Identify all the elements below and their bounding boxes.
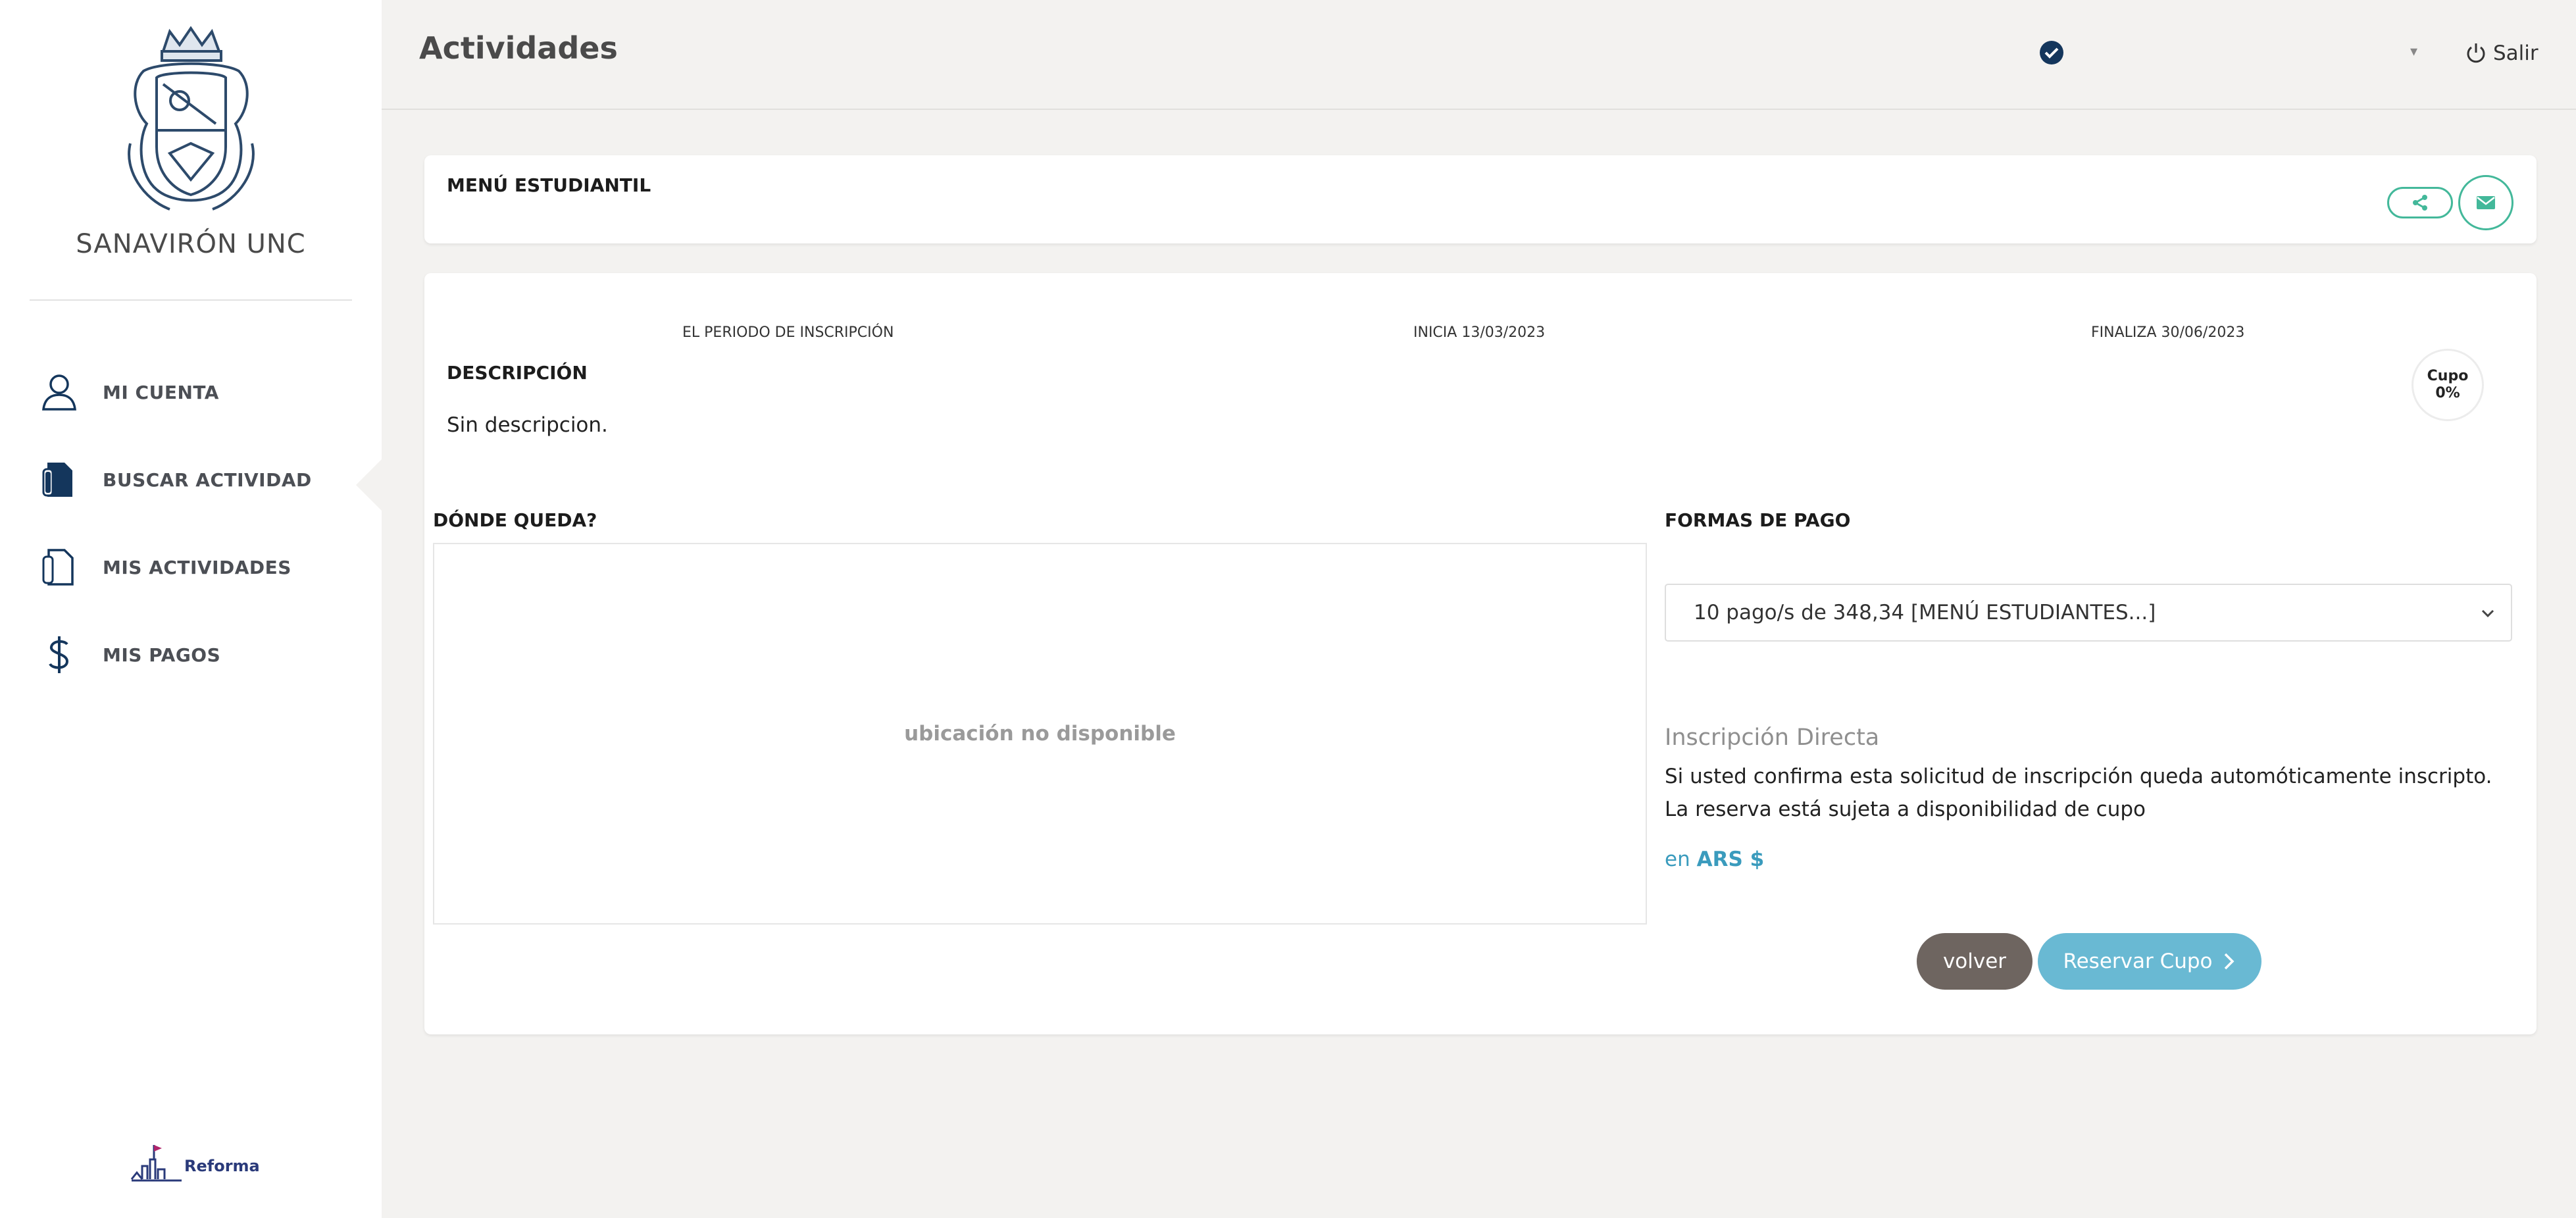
sidebar-divider: [30, 299, 352, 301]
share-icon: [2413, 195, 2427, 211]
enrollment-title: Inscripción Directa: [1665, 724, 1880, 751]
dollar-icon: [49, 636, 69, 673]
envelope-icon: [2477, 196, 2495, 209]
back-button-label: volver: [1942, 950, 2007, 973]
period-end: FINALIZA 30/06/2023: [2091, 324, 2245, 341]
payment-method-select[interactable]: 10 pago/s de 348,34 [MENÚ ESTUDIANTES...…: [1665, 584, 2512, 642]
sidebar-item-label: MIS ACTIVIDADES: [103, 557, 291, 578]
active-indicator: [356, 459, 382, 511]
sidebar-item-buscar-actividad[interactable]: BUSCAR ACTIVIDAD: [0, 436, 382, 524]
period-start: INICIA 13/03/2023: [1413, 324, 1546, 341]
enrollment-text: Si usted confirma esta solicitud de insc…: [1665, 765, 2492, 821]
currency-value: ARS $: [1696, 848, 1765, 871]
reforma-logo: Reforma: [130, 1145, 260, 1182]
sidebar-item-label: MIS PAGOS: [103, 644, 221, 666]
map-placeholder-text: ubicación no disponible: [904, 722, 1176, 746]
currency-prefix: en: [1665, 848, 1690, 871]
activity-title-card: [424, 155, 2537, 243]
chevron-right-icon: [2224, 953, 2235, 970]
cupo-value: 0%: [2435, 385, 2460, 401]
payment-selected-value: 10 pago/s de 348,34 [MENÚ ESTUDIANTES...…: [1694, 601, 2156, 624]
map-placeholder: ubicación no disponible: [433, 543, 1647, 925]
verified-check-icon: [2040, 41, 2063, 64]
power-icon: [2467, 43, 2485, 63]
cupo-label: Cupo: [2427, 368, 2469, 384]
back-button[interactable]: volver: [1917, 933, 2033, 990]
sidebar-item-label: MI CUENTA: [103, 382, 219, 403]
sidebar-item-mi-cuenta[interactable]: MI CUENTA: [0, 349, 382, 436]
share-button[interactable]: [2387, 187, 2453, 218]
description-heading: DESCRIPCIÓN: [447, 362, 588, 384]
location-heading: DÓNDE QUEDA?: [433, 509, 597, 531]
chevron-down-icon: [2481, 609, 2494, 618]
logout-button[interactable]: Salir: [2464, 39, 2538, 67]
svg-text:Reforma: Reforma: [184, 1157, 260, 1175]
unc-crest-logo: [128, 26, 255, 211]
activity-title: MENÚ ESTUDIANTIL: [447, 174, 651, 196]
sidebar-menu: MI CUENTA BUSCAR ACTIVIDAD MIS ACTIVIDAD…: [0, 349, 382, 699]
page-title: Actividades: [419, 30, 618, 66]
currency-line: en ARS $: [1665, 848, 1764, 871]
sidebar: SANAVIRÓN UNC MI CUENTA BUSCAR ACTIVIDAD: [0, 0, 382, 1218]
reserve-button-label: Reservar Cupo: [2063, 950, 2213, 973]
top-bar: Actividades ▾ Salir: [382, 0, 2576, 110]
logout-label: Salir: [2493, 41, 2538, 65]
payment-heading: FORMAS DE PAGO: [1665, 509, 1851, 531]
email-button[interactable]: [2458, 175, 2513, 230]
sidebar-item-mis-actividades[interactable]: MIS ACTIVIDADES: [0, 524, 382, 611]
user-icon: [42, 374, 76, 411]
sidebar-item-label: BUSCAR ACTIVIDAD: [103, 469, 312, 491]
cupo-badge: Cupo 0%: [2412, 349, 2484, 421]
user-dropdown-caret[interactable]: ▾: [2410, 43, 2417, 60]
brand-name: SANAVIRÓN UNC: [76, 229, 306, 259]
sidebar-item-mis-pagos[interactable]: MIS PAGOS: [0, 611, 382, 699]
reserve-button[interactable]: Reservar Cupo: [2038, 933, 2261, 990]
description-text: Sin descripcion.: [447, 413, 608, 437]
documents-icon: [42, 549, 74, 586]
period-label: EL PERIODO DE INSCRIPCIÓN: [682, 324, 894, 341]
document-search-icon: [42, 463, 72, 497]
